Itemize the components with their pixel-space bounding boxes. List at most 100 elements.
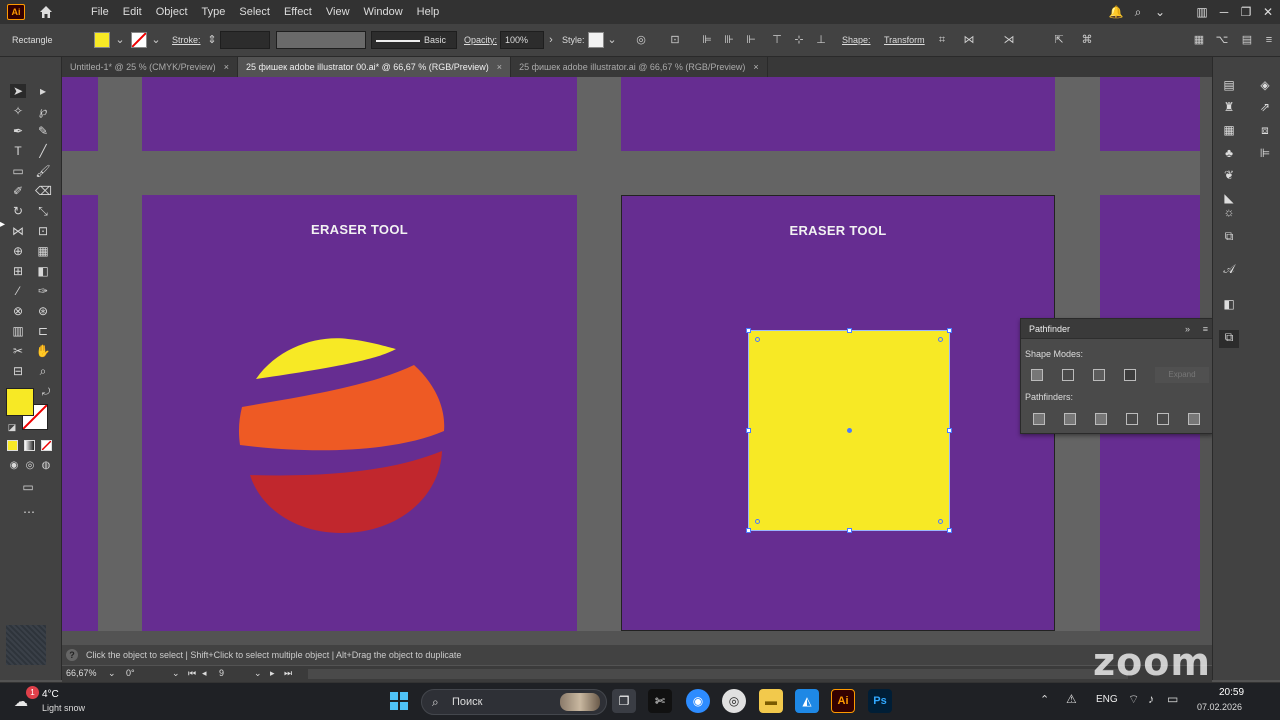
crop-icon[interactable] bbox=[1126, 413, 1138, 425]
prev-artboard-icon[interactable]: ◂ bbox=[202, 668, 207, 679]
weather-widget[interactable]: ☁ 1 bbox=[14, 686, 39, 711]
eyedropper-icon[interactable]: ⁄ bbox=[10, 284, 26, 298]
measure-icon[interactable]: ✑ bbox=[35, 284, 51, 298]
direct-selection-tool-icon[interactable]: ▸ bbox=[35, 84, 51, 98]
chevron-down-icon[interactable]: ⌄ bbox=[254, 668, 262, 679]
export-panel-icon[interactable]: ⇗ bbox=[1257, 100, 1273, 114]
red-slice[interactable] bbox=[250, 451, 442, 533]
close-icon[interactable]: × bbox=[224, 62, 229, 72]
artboard-tool-icon[interactable]: ⊏ bbox=[35, 324, 51, 338]
pen-tool-icon[interactable]: ✒ bbox=[10, 124, 26, 138]
align-hcenter-icon[interactable]: ⊪ bbox=[722, 34, 736, 46]
graphic-styles-icon[interactable]: ◣ bbox=[1221, 191, 1237, 205]
minimize-icon[interactable]: ─ bbox=[1213, 5, 1235, 19]
transform-label[interactable]: Transform bbox=[884, 35, 925, 45]
menu-icon[interactable]: ≡ bbox=[1262, 34, 1276, 46]
align-panel-icon[interactable]: ⊫ bbox=[1257, 146, 1273, 160]
panel-menu-icon[interactable]: ≡ bbox=[1203, 319, 1208, 339]
pathfinder-panel-icon[interactable]: ⧉ bbox=[1219, 330, 1239, 348]
tray-chevron-icon[interactable]: ⌃ bbox=[1040, 693, 1049, 706]
gradient-mode-icon[interactable] bbox=[24, 440, 35, 451]
photos-icon[interactable]: ◭ bbox=[795, 689, 819, 713]
bell-icon[interactable]: 🔔 bbox=[1105, 5, 1127, 19]
align-bottom-icon[interactable]: ⊥ bbox=[814, 34, 828, 46]
expand-button[interactable]: Expand bbox=[1155, 367, 1209, 383]
tab-active-document[interactable]: 25 фишек adobe illustrator 00.ai* @ 66,6… bbox=[237, 57, 512, 77]
divide-icon[interactable] bbox=[1033, 413, 1045, 425]
artboard-eraser-left[interactable]: ERASER TOOL bbox=[142, 195, 577, 631]
export-icon[interactable]: ⇱ bbox=[1052, 34, 1066, 46]
menu-effect[interactable]: Effect bbox=[277, 0, 319, 24]
eraser-tool-icon[interactable]: ⌫ bbox=[35, 184, 52, 198]
selection-handle[interactable] bbox=[746, 528, 751, 533]
chevron-right-icon[interactable]: › bbox=[544, 34, 558, 46]
layers-icon[interactable]: ◈ bbox=[1257, 78, 1273, 92]
start-icon[interactable] bbox=[387, 689, 411, 713]
menu-type[interactable]: Type bbox=[195, 0, 233, 24]
isolate-icon[interactable]: ⌗ bbox=[935, 34, 949, 46]
align-to-icon[interactable]: ⊡ bbox=[668, 34, 682, 46]
draw-normal-icon[interactable]: ◉ bbox=[6, 459, 22, 473]
blend-tool-icon[interactable]: ⊗ bbox=[10, 304, 26, 318]
collapse-icon[interactable]: » bbox=[1185, 319, 1190, 339]
selection-handle[interactable] bbox=[746, 428, 751, 433]
puppet-icon[interactable]: ⋊ bbox=[1002, 34, 1016, 46]
curvature-tool-icon[interactable]: ✎ bbox=[35, 124, 51, 138]
transform-panel-icon[interactable]: ⧈ bbox=[1257, 123, 1273, 137]
character-icon[interactable]: 𝒜 bbox=[1221, 262, 1237, 276]
screen-mode-icon[interactable]: ▭ bbox=[20, 480, 36, 494]
selection-handle[interactable] bbox=[947, 428, 952, 433]
menu-help[interactable]: Help bbox=[410, 0, 447, 24]
artboard-number[interactable]: 9 bbox=[219, 668, 224, 678]
brush-dropdown[interactable]: Basic bbox=[371, 31, 457, 49]
more-tools-icon[interactable]: ⋯ bbox=[21, 505, 37, 519]
shaper-tool-icon[interactable]: ✐ bbox=[10, 184, 26, 198]
none-mode-icon[interactable] bbox=[41, 440, 52, 451]
network-alert-icon[interactable]: ⚠ bbox=[1066, 692, 1077, 706]
trim-icon[interactable] bbox=[1064, 413, 1076, 425]
select-similar-icon[interactable]: ⌘ bbox=[1080, 34, 1094, 46]
unite-icon[interactable] bbox=[1031, 369, 1043, 381]
outline-icon[interactable] bbox=[1157, 413, 1169, 425]
default-colors-icon[interactable]: ◪ bbox=[4, 420, 20, 434]
chevron-down-icon[interactable]: ⌄ bbox=[149, 34, 163, 46]
free-transform-icon[interactable]: ⊡ bbox=[35, 224, 51, 238]
color-mode-icon[interactable] bbox=[7, 440, 18, 451]
menu-window[interactable]: Window bbox=[357, 0, 410, 24]
clock-time[interactable]: 20:59 bbox=[1219, 687, 1244, 698]
align-top-icon[interactable]: ⊤ bbox=[770, 34, 784, 46]
help-icon[interactable]: ? bbox=[66, 649, 78, 661]
workspace-switcher-icon[interactable]: ▥ bbox=[1191, 5, 1213, 19]
selection-handle[interactable] bbox=[746, 328, 751, 333]
symbols-icon[interactable]: ♣ bbox=[1221, 146, 1237, 160]
panel-options-icon[interactable]: ⌥ bbox=[1215, 34, 1229, 46]
chevron-down-icon[interactable]: ⌄ bbox=[113, 34, 127, 46]
artboard-partial[interactable] bbox=[62, 77, 98, 151]
artboard-partial[interactable] bbox=[621, 77, 1055, 151]
symbol-sprayer-icon[interactable]: ⊛ bbox=[35, 304, 51, 318]
shape-builder-icon[interactable]: ⊕ bbox=[10, 244, 26, 258]
tab-untitled[interactable]: Untitled-1* @ 25 % (CMYK/Preview) × bbox=[62, 57, 238, 77]
align-right-icon[interactable]: ⊩ bbox=[744, 34, 758, 46]
brushes-icon[interactable]: ❦ bbox=[1221, 168, 1237, 182]
gradient-tool-icon[interactable]: ◧ bbox=[35, 264, 51, 278]
rectangle-tool-icon[interactable]: ▭ bbox=[10, 164, 26, 178]
zoom-app-icon[interactable]: ◉ bbox=[686, 689, 710, 713]
zoom-tool-icon[interactable]: ⌕ bbox=[35, 364, 51, 378]
arrange-documents-icon[interactable]: ▦ bbox=[1192, 34, 1206, 46]
recolor-icon[interactable]: ◎ bbox=[634, 34, 648, 46]
selection-tool-icon[interactable]: ➤ bbox=[10, 84, 26, 98]
horizontal-scrollbar[interactable] bbox=[308, 669, 1128, 679]
menu-file[interactable]: File bbox=[84, 0, 116, 24]
opacity-label[interactable]: Opacity: bbox=[464, 35, 497, 45]
exclude-icon[interactable] bbox=[1124, 369, 1136, 381]
close-icon[interactable]: × bbox=[497, 62, 502, 72]
chrome-icon[interactable]: ◎ bbox=[722, 689, 746, 713]
scale-tool-icon[interactable]: ⤡ bbox=[35, 204, 51, 218]
intersect-icon[interactable] bbox=[1093, 369, 1105, 381]
taskbar-search[interactable]: ⌕ Поиск bbox=[421, 689, 607, 715]
illustrator-taskbar-icon[interactable]: Ai bbox=[831, 689, 855, 713]
variable-width-dropdown[interactable] bbox=[276, 31, 366, 49]
battery-icon[interactable]: ▭ bbox=[1167, 692, 1178, 706]
chevron-down-icon[interactable]: ⌄ bbox=[1149, 5, 1171, 19]
